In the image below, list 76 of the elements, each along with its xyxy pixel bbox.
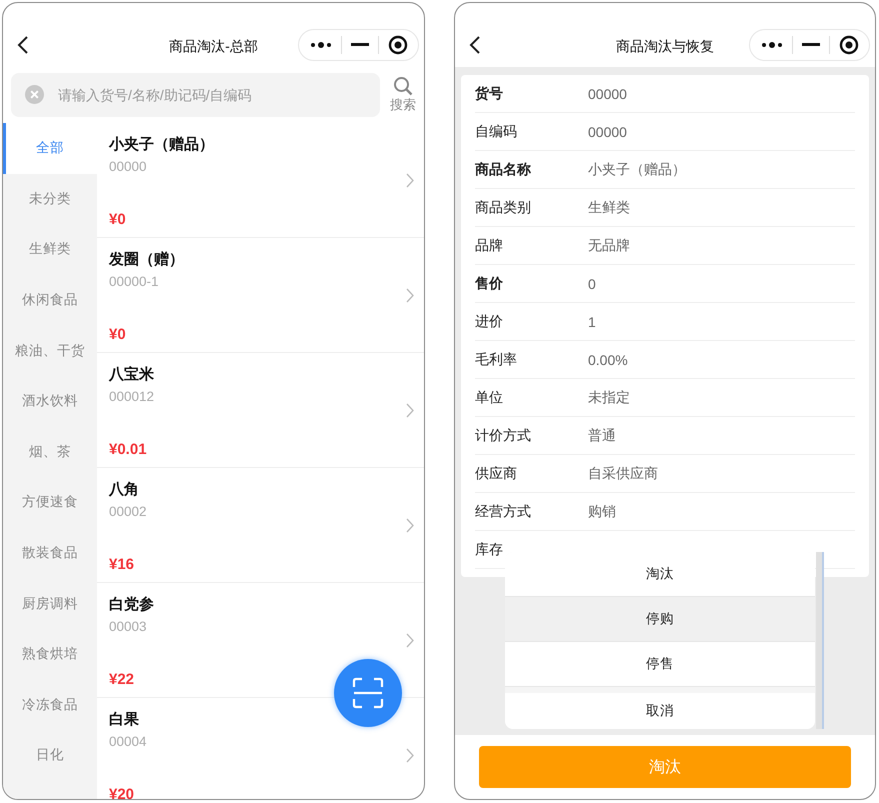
back-icon[interactable] bbox=[469, 35, 481, 55]
product-code: 00004 bbox=[109, 734, 147, 749]
product-name: 小夹子（赠品） bbox=[109, 135, 214, 154]
field-label: 经营方式 bbox=[475, 502, 532, 520]
category-item[interactable]: 散装食品 bbox=[3, 528, 97, 578]
more-icon[interactable] bbox=[760, 41, 782, 49]
field-label: 计价方式 bbox=[475, 426, 532, 444]
field-label: 品牌 bbox=[475, 236, 504, 254]
product-name: 白果 bbox=[109, 710, 139, 729]
category-item[interactable]: 休闲食品 bbox=[3, 274, 97, 326]
action-option[interactable]: 淘汰 bbox=[505, 552, 815, 597]
page-title: 商品淘汰-总部 bbox=[169, 38, 258, 56]
action-option[interactable]: 停售 bbox=[505, 642, 815, 687]
category-item[interactable]: 生鲜类 bbox=[3, 224, 97, 275]
product-name: 白党参 bbox=[109, 595, 154, 614]
field-label: 供应商 bbox=[475, 464, 518, 482]
product-name: 发圈（赠） bbox=[109, 250, 184, 269]
more-icon[interactable] bbox=[310, 41, 332, 49]
category-item[interactable]: 酒水饮料 bbox=[3, 376, 97, 427]
category-item[interactable]: 粮油、干货 bbox=[3, 325, 97, 376]
close-icon[interactable] bbox=[838, 35, 858, 55]
field-label: 商品类别 bbox=[475, 198, 532, 216]
product-code: 00002 bbox=[109, 504, 147, 519]
category-item[interactable]: 全部 bbox=[3, 123, 97, 174]
category-item[interactable]: 日化 bbox=[3, 730, 97, 781]
field-value: 00000 bbox=[588, 86, 627, 102]
field-label: 售价 bbox=[475, 274, 504, 292]
product-price: ¥20 bbox=[109, 786, 134, 799]
minimize-icon[interactable] bbox=[802, 43, 820, 47]
product-price: ¥16 bbox=[109, 556, 134, 573]
field-value: 0 bbox=[588, 276, 596, 292]
field-label: 单位 bbox=[475, 388, 504, 406]
scan-icon bbox=[351, 676, 385, 710]
field-value: 无品牌 bbox=[588, 236, 630, 254]
page-title: 商品淘汰与恢复 bbox=[616, 38, 714, 56]
category-item[interactable]: 方便速食 bbox=[3, 477, 97, 528]
action-option[interactable]: 停购 bbox=[505, 597, 815, 642]
field-value: 自采供应商 bbox=[588, 464, 658, 482]
product-code: 000012 bbox=[109, 389, 154, 404]
product-price: ¥0.01 bbox=[109, 441, 147, 458]
product-code: 00000 bbox=[109, 159, 147, 174]
field-label: 库存 bbox=[475, 540, 504, 558]
category-item[interactable]: 烟、茶 bbox=[3, 426, 97, 478]
field-value: 0.00% bbox=[588, 352, 628, 368]
field-value: 00000 bbox=[588, 124, 627, 140]
search-field[interactable]: 请输入货号/名称/助记码/自编码 bbox=[11, 73, 380, 117]
product-price: ¥0 bbox=[109, 211, 126, 228]
field-value: 1 bbox=[588, 314, 596, 330]
category-item[interactable]: 厨房调料 bbox=[3, 578, 97, 629]
search-icon bbox=[393, 76, 413, 96]
category-item[interactable]: 冷冻食品 bbox=[3, 680, 97, 730]
eliminate-button[interactable]: 淘汰 bbox=[479, 746, 851, 788]
product-name: 八角 bbox=[109, 480, 139, 499]
category-item[interactable]: 未分类 bbox=[3, 174, 97, 224]
field-value: 未指定 bbox=[588, 388, 630, 406]
field-value: 生鲜类 bbox=[588, 198, 630, 216]
product-code: 00003 bbox=[109, 619, 147, 634]
cancel-option[interactable]: 取消 bbox=[505, 693, 815, 729]
search-button[interactable]: 搜索 bbox=[390, 76, 416, 114]
field-label: 毛利率 bbox=[475, 350, 518, 368]
field-label: 自编码 bbox=[475, 122, 518, 140]
minimize-icon[interactable] bbox=[350, 43, 368, 47]
product-price: ¥22 bbox=[109, 671, 134, 688]
product-price: ¥0 bbox=[109, 326, 126, 343]
product-code: 00000-1 bbox=[109, 274, 159, 289]
field-label: 商品名称 bbox=[475, 160, 532, 178]
field-value: 普通 bbox=[588, 426, 616, 444]
field-label: 货号 bbox=[475, 84, 504, 102]
field-value: 购销 bbox=[588, 502, 616, 520]
field-label: 进价 bbox=[475, 312, 504, 330]
category-item[interactable]: 熟食烘培 bbox=[3, 628, 97, 680]
scan-button[interactable] bbox=[334, 659, 402, 727]
field-value: 小夹子（赠品） bbox=[588, 160, 686, 178]
product-name: 八宝米 bbox=[109, 365, 154, 384]
back-icon[interactable] bbox=[17, 35, 29, 55]
close-icon[interactable] bbox=[388, 35, 408, 55]
